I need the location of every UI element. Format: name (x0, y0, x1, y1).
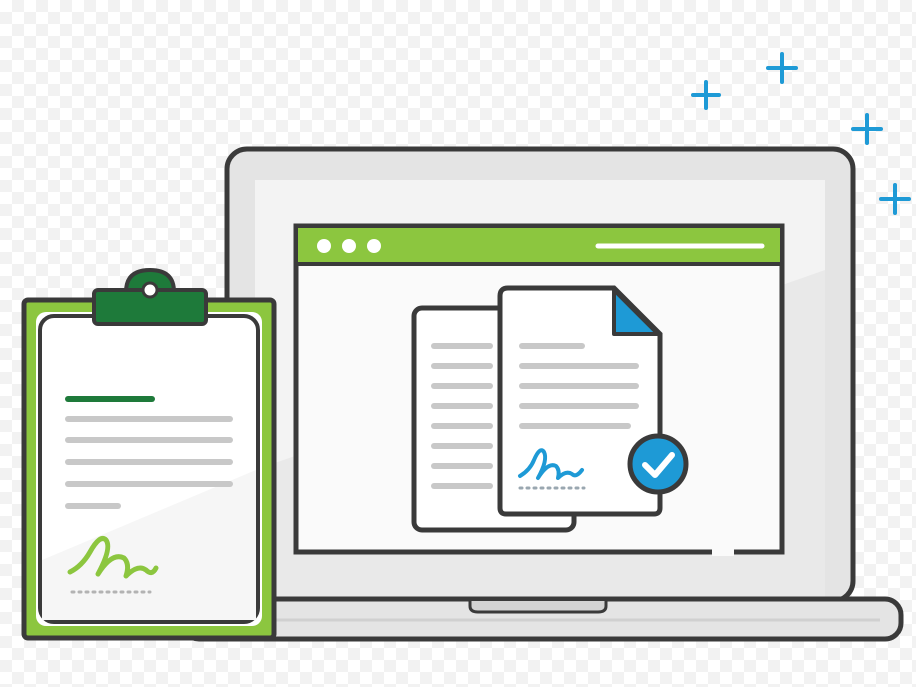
plus-sparkle-icon (691, 80, 721, 110)
window-dot-icon (367, 239, 381, 253)
plus-sparkle-icon (851, 113, 883, 145)
window-dot-icon (342, 239, 356, 253)
e-signature-illustration (21, 52, 911, 642)
clipboard-icon (21, 267, 277, 641)
laptop-notch (468, 601, 608, 614)
plus-sparkle-icon (879, 183, 911, 215)
window-dot-icon (317, 239, 331, 253)
checkmark-icon (627, 433, 689, 495)
plus-sparkle-icon (766, 52, 798, 84)
clip-icon (92, 267, 208, 326)
